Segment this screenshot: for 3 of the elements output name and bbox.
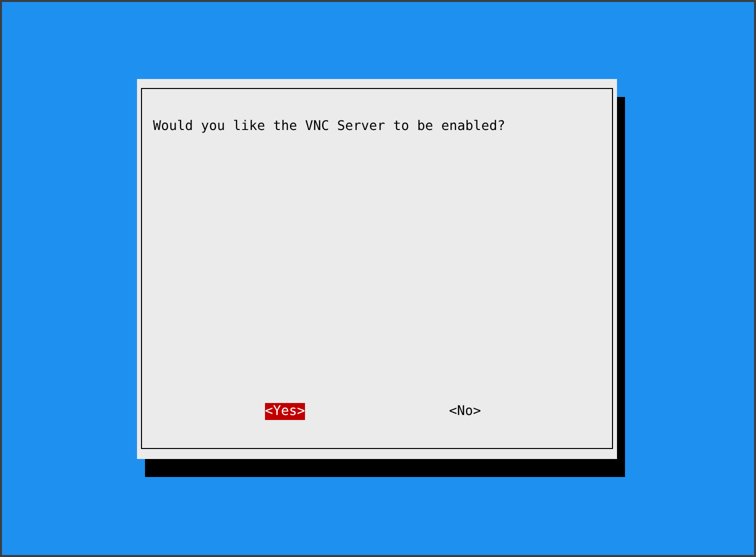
dialog-message: Would you like the VNC Server to be enabled?	[153, 118, 506, 135]
yes-button[interactable]: <Yes>	[265, 403, 306, 420]
no-button[interactable]: <No>	[449, 403, 482, 420]
